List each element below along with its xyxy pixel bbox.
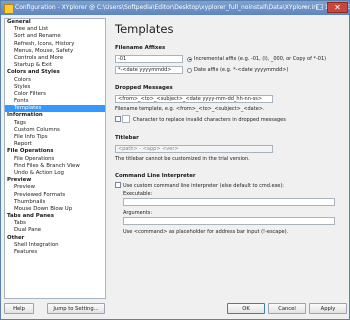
placeholder-note: Use <command> as placeholder for address… xyxy=(123,229,289,235)
date-affix-label: Date affix (e.g. *-<date yyyymmdd>) xyxy=(194,67,289,73)
replace-char-field[interactable] xyxy=(122,115,130,123)
tree-item-report[interactable]: Report xyxy=(5,141,105,148)
replace-invalid-chars-checkbox[interactable] xyxy=(115,116,121,122)
titlebar-heading: Titlebar xyxy=(115,135,139,141)
tree-item-color-filters[interactable]: Color Filters xyxy=(5,91,105,98)
ok-button[interactable]: OK xyxy=(227,303,265,314)
close-icon[interactable]: ✕ xyxy=(327,2,348,13)
page-title: Templates xyxy=(115,22,174,36)
tree-category-tabs-and-panes[interactable]: Tabs and Panes xyxy=(5,213,105,220)
filename-affixes-heading: Filename Affixes xyxy=(115,45,166,51)
tree-item-custom-columns[interactable]: Custom Columns xyxy=(5,127,105,134)
tree-item-colors[interactable]: Colors xyxy=(5,77,105,84)
minimize-icon[interactable]: – xyxy=(297,2,312,13)
tree-item-controls-and-more[interactable]: Controls and More xyxy=(5,55,105,62)
cancel-button[interactable]: Cancel xyxy=(268,303,306,314)
tree-item-startup-exit[interactable]: Startup & Exit xyxy=(5,62,105,69)
tree-item-undo-action-log[interactable]: Undo & Action Log xyxy=(5,170,105,177)
tree-item-file-info-tips[interactable]: File Info Tips xyxy=(5,134,105,141)
date-affix-radio[interactable] xyxy=(187,67,192,73)
tree-item-templates[interactable]: Templates xyxy=(5,105,105,113)
custom-cli-checkbox[interactable] xyxy=(115,182,121,188)
titlebar-template-field[interactable]: <path> - <app> <ver> xyxy=(115,145,273,153)
jump-to-setting-button[interactable]: Jump to Setting... xyxy=(47,303,105,314)
tree-category-other[interactable]: Other xyxy=(5,235,105,242)
replace-invalid-chars-label: Character to replace invalid characters … xyxy=(133,116,286,123)
tree-item-file-operations[interactable]: File Operations xyxy=(5,156,105,163)
tree-category-general[interactable]: General xyxy=(5,19,105,26)
tree-item-features[interactable]: Features xyxy=(5,249,105,256)
tree-item-tags[interactable]: Tags xyxy=(5,120,105,127)
tree-item-tabs[interactable]: Tabs xyxy=(5,220,105,227)
tree-category-file-operations[interactable]: File Operations xyxy=(5,148,105,155)
incremental-affix-radio[interactable] xyxy=(187,56,192,62)
incremental-affix-field[interactable]: -01 xyxy=(115,55,183,63)
tree-item-refresh-icons-history[interactable]: Refresh, Icons, History xyxy=(5,41,105,48)
maximize-icon[interactable]: □ xyxy=(312,2,327,13)
tree-item-mouse-down-blow-up[interactable]: Mouse Down Blow Up xyxy=(5,206,105,213)
tree-category-preview[interactable]: Preview xyxy=(5,177,105,184)
settings-panel: Templates Filename Affixes -01 Increment… xyxy=(109,18,349,299)
date-affix-field[interactable]: *-<date yyyymmdd> xyxy=(115,66,183,74)
tree-item-previewed-formats[interactable]: Previewed Formats xyxy=(5,192,105,199)
tree-item-sort-and-rename[interactable]: Sort and Rename xyxy=(5,33,105,40)
tree-item-dual-pane[interactable]: Dual Pane xyxy=(5,227,105,234)
dropped-messages-heading: Dropped Messages xyxy=(115,85,173,91)
help-button[interactable]: Help xyxy=(4,303,34,314)
tree-item-preview[interactable]: Preview xyxy=(5,184,105,191)
tree-item-styles[interactable]: Styles xyxy=(5,84,105,91)
tree-item-fonts[interactable]: Fonts xyxy=(5,98,105,105)
command-line-heading: Command Line Interpreter xyxy=(115,173,196,179)
tree-item-tree-and-list[interactable]: Tree and List xyxy=(5,26,105,33)
executable-field[interactable] xyxy=(123,198,335,206)
app-icon xyxy=(4,4,14,14)
tree-category-information[interactable]: Information xyxy=(5,112,105,119)
tree-item-thumbnails[interactable]: Thumbnails xyxy=(5,199,105,206)
settings-tree[interactable]: General Tree and List Sort and Rename Refre… xyxy=(4,18,106,299)
tree-item-shell-integration[interactable]: Shell Integration xyxy=(5,242,105,249)
apply-button[interactable]: Apply xyxy=(309,303,347,314)
filename-template-label: Filename template, e.g. <from>_<to>_<sub… xyxy=(115,106,265,112)
tree-category-colors-and-styles[interactable]: Colors and Styles xyxy=(5,69,105,76)
titlebar-note: The titlebar cannot be customized in the… xyxy=(115,156,250,162)
tree-item-menus-mouse-safety[interactable]: Menus, Mouse, Safety xyxy=(5,48,105,55)
executable-label: Executable: xyxy=(123,191,153,197)
custom-cli-label: Use custom command line interpreter (els… xyxy=(123,182,284,189)
title-bar[interactable]: Configuration - XYplorer @ C:\Users\Soft… xyxy=(1,1,350,15)
arguments-label: Arguments: xyxy=(123,210,153,216)
dropped-messages-template-field[interactable]: <from>_<to>_<subject>_<date yyyy-mm-dd_h… xyxy=(115,95,273,103)
arguments-field[interactable] xyxy=(123,217,335,225)
tree-item-find-files-branch-view[interactable]: Find Files & Branch View xyxy=(5,163,105,170)
configuration-window: Configuration - XYplorer @ C:\Users\Soft… xyxy=(0,0,350,320)
incremental-affix-label: Incremental affix (e.g. -01, (I), _000, … xyxy=(194,56,327,62)
